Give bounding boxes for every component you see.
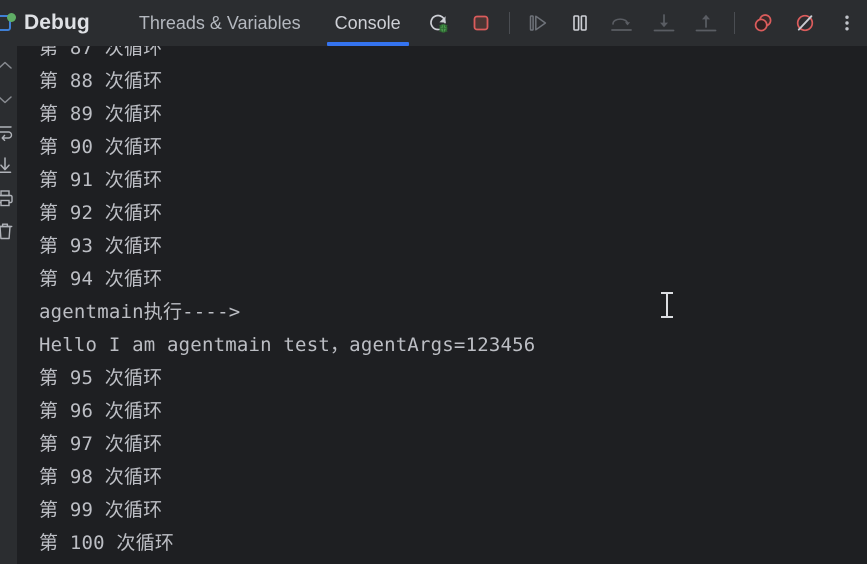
debug-action-toolbar xyxy=(418,0,867,46)
rerun-debug-icon xyxy=(427,11,451,35)
pause-program-icon xyxy=(568,11,592,35)
tab-threads-and-variables[interactable]: Threads & Variables xyxy=(122,0,318,46)
more-options-button[interactable] xyxy=(831,7,863,39)
step-over-button[interactable] xyxy=(606,7,638,39)
console-line: 第 90 次循环 xyxy=(39,136,163,158)
debug-tabs: Threads & Variables Console xyxy=(122,0,418,46)
step-into-button[interactable] xyxy=(648,7,680,39)
debug-tool-window-title: Debug xyxy=(0,0,100,46)
stop-icon xyxy=(469,11,493,35)
stop-button[interactable] xyxy=(465,7,497,39)
console-line: 第 94 次循环 xyxy=(39,268,163,290)
console-line: 第 98 次循环 xyxy=(39,466,163,488)
console-line: 第 87 次循环 xyxy=(39,46,163,59)
tab-console-label: Console xyxy=(334,12,401,33)
console-line: 第 96 次循环 xyxy=(39,400,163,422)
soft-wrap-icon[interactable] xyxy=(0,120,17,144)
scroll-to-end-icon[interactable] xyxy=(0,153,17,177)
step-out-icon xyxy=(693,11,719,35)
view-breakpoints-button[interactable] xyxy=(747,7,779,39)
resume-program-button[interactable] xyxy=(522,7,554,39)
debug-tool-window: Debug Threads & Variables Console 第 87 次… xyxy=(0,0,867,564)
debug-toolbar-header: Debug Threads & Variables Console xyxy=(0,0,867,46)
console-line: 第 92 次循环 xyxy=(39,202,163,224)
mute-breakpoints-icon xyxy=(793,11,817,35)
console-line: 第 93 次循环 xyxy=(39,235,163,257)
console-line: 第 88 次循环 xyxy=(39,70,163,92)
clear-all-icon[interactable] xyxy=(0,219,17,243)
view-breakpoints-icon xyxy=(751,11,775,35)
chevron-down-icon[interactable] xyxy=(0,87,17,111)
step-out-button[interactable] xyxy=(690,7,722,39)
console-line: 第 91 次循环 xyxy=(39,169,163,191)
step-into-icon xyxy=(651,11,677,35)
console-line: 第 100 次循环 xyxy=(39,532,174,554)
console-line: agentmain执行----> xyxy=(39,301,241,323)
page-title: Debug xyxy=(24,11,90,34)
toolbar-separator-1 xyxy=(508,12,510,34)
mute-breakpoints-button[interactable] xyxy=(789,7,821,39)
chevron-up-icon[interactable] xyxy=(0,54,17,78)
console-line: 第 99 次循环 xyxy=(39,499,163,521)
console-line: 第 97 次循环 xyxy=(39,433,163,455)
tab-threads-and-variables-label: Threads & Variables xyxy=(138,12,301,33)
console-line: 第 89 次循环 xyxy=(39,103,163,125)
rerun-debug-button[interactable] xyxy=(423,7,455,39)
resume-program-icon xyxy=(526,11,550,35)
toolbar-separator-2 xyxy=(733,12,735,34)
debug-icon xyxy=(0,12,16,34)
print-icon[interactable] xyxy=(0,186,17,210)
console-line: Hello I am agentmain test，agentArgs=1234… xyxy=(39,334,536,356)
tab-console[interactable]: Console xyxy=(318,0,418,46)
more-options-icon xyxy=(837,11,857,35)
pause-program-button[interactable] xyxy=(564,7,596,39)
console-line: 第 95 次循环 xyxy=(39,367,163,389)
console-side-toolbar xyxy=(0,46,17,564)
console-output[interactable]: 第 87 次循环第 88 次循环第 89 次循环第 90 次循环第 91 次循环… xyxy=(17,46,867,564)
step-over-icon xyxy=(609,11,635,35)
